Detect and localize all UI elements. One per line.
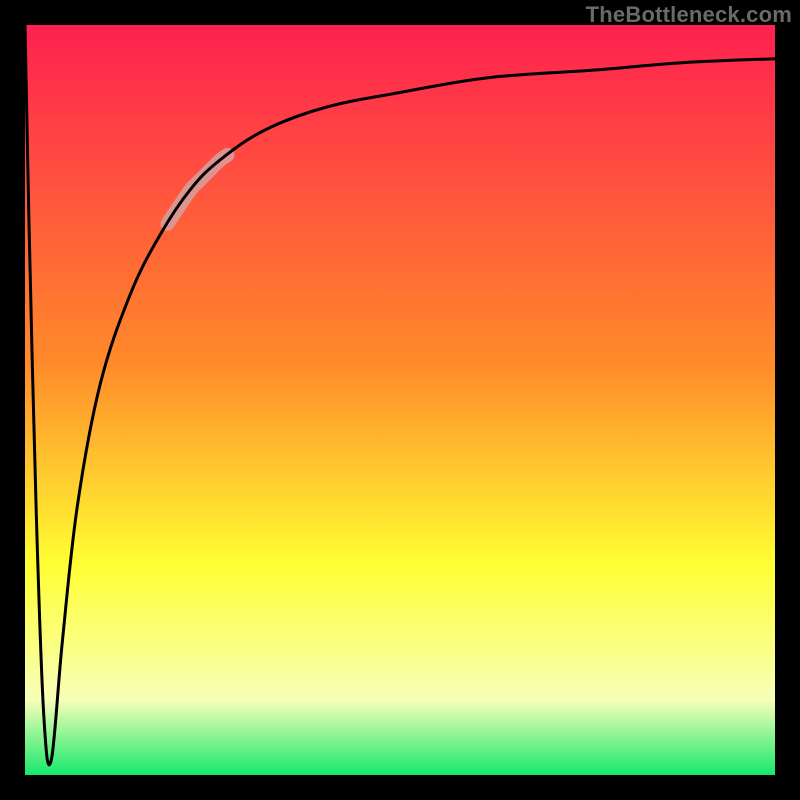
watermark-text: TheBottleneck.com bbox=[586, 2, 792, 28]
chart-frame: TheBottleneck.com bbox=[0, 0, 800, 800]
plot-svg bbox=[25, 25, 775, 775]
plot-area bbox=[25, 25, 775, 775]
gradient-background bbox=[25, 25, 775, 775]
